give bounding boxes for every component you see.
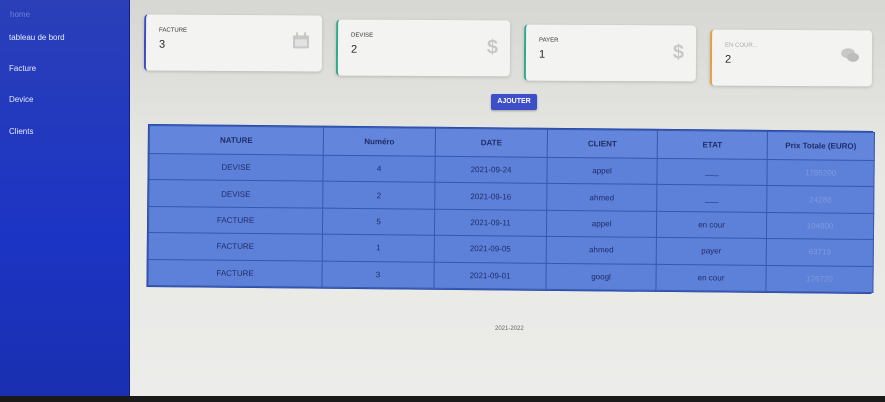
cell-client: ahmed — [546, 236, 657, 264]
card-devise-label: DEVISE — [351, 32, 374, 39]
card-devise: DEVISE 2 $ — [335, 19, 511, 77]
taskbar — [0, 396, 885, 402]
card-payer-label: PAYER — [539, 37, 559, 44]
documents-table: NATURE Numéro DATE CLIENT ETAT Prix Tota… — [146, 124, 875, 294]
sidebar: home tableau de bord Facture Device Clie… — [0, 0, 130, 396]
cell-date: 2021-09-16 — [434, 182, 547, 211]
dollar-icon: $ — [672, 41, 685, 64]
column-header-numero[interactable]: Numéro — [323, 127, 436, 157]
cell-date: 2021-09-01 — [433, 261, 547, 290]
cell-numero: 3 — [321, 260, 435, 289]
cell-date: 2021-09-11 — [434, 209, 547, 237]
cell-prix: 1785200 — [766, 159, 875, 187]
cell-client: googl — [545, 262, 657, 291]
sidebar-item-tableau-de-bord[interactable]: tableau de bord — [9, 33, 65, 42]
cell-date: 2021-09-24 — [434, 156, 548, 184]
cell-numero: 5 — [322, 207, 435, 236]
cell-numero: 2 — [322, 181, 435, 210]
column-header-client[interactable]: CLIENT — [547, 129, 658, 159]
cell-nature: FACTURE — [148, 232, 323, 261]
cell-numero: 1 — [322, 234, 435, 262]
sidebar-item-facture[interactable]: Facture — [9, 64, 36, 73]
cell-nature: DEVISE — [148, 153, 324, 182]
cell-date: 2021-09-05 — [434, 235, 547, 263]
comments-icon — [840, 46, 860, 69]
add-button[interactable]: AJOUTER — [491, 94, 537, 110]
card-facture-value: 3 — [158, 38, 166, 51]
card-payer: PAYER 1 $ — [523, 24, 697, 82]
cell-etat: payer — [656, 237, 767, 266]
sidebar-item-clients[interactable]: Clients — [9, 127, 33, 136]
cell-client: appel — [546, 157, 658, 185]
cell-prix: 63719 — [766, 238, 874, 267]
column-header-prix-totale[interactable]: Prix Totale (EURO) — [767, 131, 875, 161]
card-en-cours-label: EN COUR... — [725, 42, 758, 49]
cell-nature: FACTURE — [148, 206, 323, 235]
card-en-cours-value: 2 — [724, 53, 732, 66]
cell-nature: FACTURE — [147, 259, 323, 288]
cell-client: ahmed — [546, 183, 657, 212]
card-payer-value: 1 — [538, 48, 546, 61]
table-row[interactable]: FACTURE 3 2021-09-01 googl en cour 12672… — [147, 259, 874, 293]
column-header-nature[interactable]: NATURE — [149, 125, 324, 156]
cell-numero: 4 — [322, 155, 436, 183]
card-en-cours: EN COUR... 2 — [709, 29, 873, 87]
sidebar-brand[interactable]: home — [10, 10, 30, 19]
card-facture-label: FACTURE — [159, 27, 188, 34]
cell-nature: DEVISE — [148, 179, 323, 208]
cell-etat: ___ — [656, 158, 768, 186]
calendar-icon — [292, 31, 310, 55]
column-header-etat[interactable]: ETAT — [657, 130, 768, 160]
main-content: FACTURE 3 DEVISE 2 $ PAYER 1 $ EN COUR..… — [130, 0, 885, 396]
cell-etat: en cour — [655, 263, 767, 292]
cell-prix: 24288 — [766, 185, 874, 214]
cell-etat: ___ — [656, 184, 767, 213]
column-header-date[interactable]: DATE — [435, 128, 548, 158]
cell-client: appel — [546, 210, 657, 238]
cell-prix: 104800 — [766, 212, 874, 240]
card-devise-value: 2 — [350, 43, 358, 56]
cell-prix: 126720 — [765, 265, 874, 293]
card-facture: FACTURE 3 — [143, 14, 323, 72]
dollar-icon: $ — [486, 36, 499, 59]
footer-text: 2021-2022 — [495, 326, 524, 332]
sidebar-item-device[interactable]: Device — [9, 95, 33, 104]
cell-etat: en cour — [656, 211, 767, 239]
